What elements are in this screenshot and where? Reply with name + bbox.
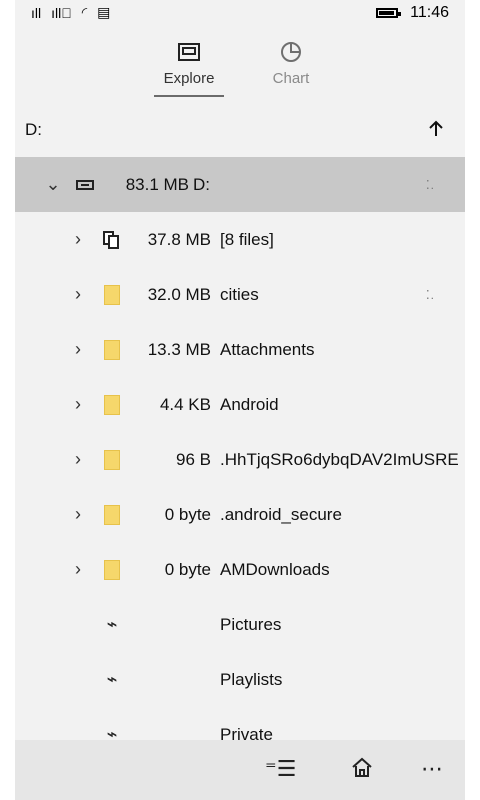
library-icon: ⌁ [106,669,118,689]
current-path: D: [25,120,42,139]
item-size: 96 B [176,449,211,469]
item-name: Android [220,394,279,414]
list-item[interactable]: › 4.4 KB Android [15,377,465,432]
tab-chart-label: Chart [272,70,310,87]
chevron-right-icon[interactable]: › [70,394,86,415]
top-tabs: Explore Chart [15,30,465,105]
wifi-icon: ◜ [81,4,88,20]
tab-underline [154,95,224,97]
pie-chart-icon [279,38,303,66]
up-arrow-icon[interactable] [425,118,447,145]
files-icon [102,230,122,250]
item-name: AMDownloads [220,559,330,579]
folder-icon [102,449,122,470]
list-item[interactable]: › 32.0 MB cities ⁚. [15,267,465,322]
bottom-app-bar: ⁼☰ ⋯ [15,740,465,800]
left-gutter [0,0,15,800]
home-icon[interactable] [350,756,374,786]
tab-explore-label: Explore [163,70,215,87]
explore-icon [176,38,202,66]
signal-2-icon: ıll⃠ [51,4,72,21]
list-view-icon[interactable]: ⁼☰ [265,756,296,782]
item-name: Pictures [220,614,282,634]
list-item[interactable]: › 96 B .HhTjqSRo6dybqDAV2ImUSRE [15,432,465,487]
list-item[interactable]: › 37.8 MB [8 files] [15,212,465,267]
more-menu-icon[interactable]: ⋯ [421,756,443,782]
item-name: [8 files] [220,229,274,249]
list-item[interactable]: › 0 byte .android_secure [15,487,465,542]
status-right: 11:46 [376,4,449,22]
chevron-right-icon[interactable]: › [70,229,86,250]
drive-icon [75,175,95,195]
item-size: 32.0 MB [147,284,211,304]
list-item[interactable]: ⌁ Pictures [15,597,465,652]
tab-explore[interactable]: Explore [154,30,224,105]
folder-icon [102,284,122,305]
path-bar: D: [15,112,465,146]
list-item[interactable]: › 13.3 MB Attachments [15,322,465,377]
chevron-right-icon[interactable]: › [70,339,86,360]
item-size: 0 byte [164,559,211,579]
list-item[interactable]: ⌁ Playlists [15,652,465,707]
folder-icon [102,394,122,415]
item-name: .android_secure [220,504,342,524]
chevron-right-icon[interactable]: › [70,449,86,470]
chevron-right-icon[interactable]: › [70,559,86,580]
status-icons: ıll ıll⃠ ◜ ▤ [31,4,110,21]
item-size: 13.3 MB [147,339,211,359]
item-name: Attachments [220,339,315,359]
item-size: 37.8 MB [147,229,211,249]
tab-chart[interactable]: Chart [256,30,326,105]
item-size: 83.1 MB [125,174,189,194]
folder-icon [102,339,122,360]
right-gutter [465,0,480,800]
folder-icon [102,504,122,525]
status-time: 11:46 [410,4,449,21]
list-item[interactable]: › 0 byte AMDownloads [15,542,465,597]
chevron-right-icon[interactable]: › [70,284,86,305]
item-name: D: [193,174,210,194]
item-name: Playlists [220,669,283,689]
list-item-drive[interactable]: ⌄ 83.1 MB D: ⁚. [15,157,465,212]
battery-icon [376,8,402,18]
item-size: 0 byte [164,504,211,524]
signal-icon: ıll [31,4,42,21]
chevron-down-icon[interactable]: ⌄ [45,174,61,195]
chevron-right-icon[interactable]: › [70,504,86,525]
status-bar: ıll ıll⃠ ◜ ▤ 11:46 [15,0,465,28]
folder-icon [102,559,122,580]
more-dots-icon[interactable]: ⁚. [426,288,435,302]
app-window: ıll ıll⃠ ◜ ▤ 11:46 Explore Chart D: ⌄ 83… [15,0,465,800]
item-size: 4.4 KB [159,394,211,414]
message-icon: ▤ [97,4,111,20]
more-dots-icon[interactable]: ⁚. [426,178,435,192]
library-icon: ⌁ [106,614,118,634]
item-name: .HhTjqSRo6dybqDAV2ImUSRE [220,449,459,469]
file-list: ⌄ 83.1 MB D: ⁚. › 37.8 MB [8 files] › 32… [15,157,465,762]
